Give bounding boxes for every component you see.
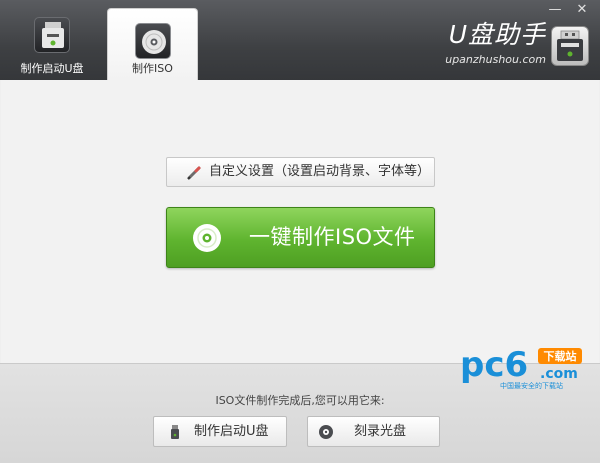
minimize-button[interactable]: —	[545, 2, 565, 18]
pc6-watermark: pc6 下载站 .com 中国最安全的下载站	[460, 342, 590, 390]
tab-make-iso[interactable]: 制作ISO	[107, 8, 198, 80]
close-button[interactable]: ✕	[572, 2, 592, 18]
burn-disc-label: 刻录光盘	[354, 424, 407, 439]
usb-drive-icon	[34, 17, 70, 53]
custom-settings-label: 自定义设置（设置启动背景、字体等）	[209, 164, 431, 179]
make-iso-button[interactable]: 一键制作ISO文件	[166, 207, 435, 268]
brand: U盘助手 upanzhushou.com	[440, 20, 546, 66]
custom-settings-button[interactable]: 自定义设置（设置启动背景、字体等）	[166, 157, 435, 187]
brush-icon	[185, 164, 203, 182]
watermark-badge: 下载站	[544, 349, 577, 363]
usb-drive-icon	[167, 424, 183, 440]
watermark-logo: pc6	[460, 345, 528, 385]
usb-drive-icon	[551, 26, 589, 66]
tab-label: 制作ISO	[132, 62, 173, 75]
burn-disc-button[interactable]: 刻录光盘	[307, 416, 440, 447]
make-usb-label: 制作启动U盘	[194, 424, 269, 439]
brand-name: U盘助手	[448, 20, 546, 49]
footer-hint: ISO文件制作完成后,您可以用它来:	[215, 394, 385, 407]
brand-domain: upanzhushou.com	[445, 53, 546, 66]
watermark-domain: .com	[540, 366, 578, 382]
make-usb-button[interactable]: 制作启动U盘	[153, 416, 287, 447]
watermark-slogan: 中国最安全的下载站	[500, 381, 563, 390]
make-iso-label: 一键制作ISO文件	[249, 225, 416, 249]
tab-make-usb[interactable]: 制作启动U盘	[0, 0, 104, 80]
title-bar: — ✕ 制作启动U盘 制作ISO U盘助手 upanzhushou.com	[0, 0, 600, 80]
disc-icon	[318, 424, 334, 440]
disc-icon	[134, 23, 171, 59]
disc-icon	[192, 223, 222, 253]
tab-label: 制作启动U盘	[20, 62, 84, 75]
